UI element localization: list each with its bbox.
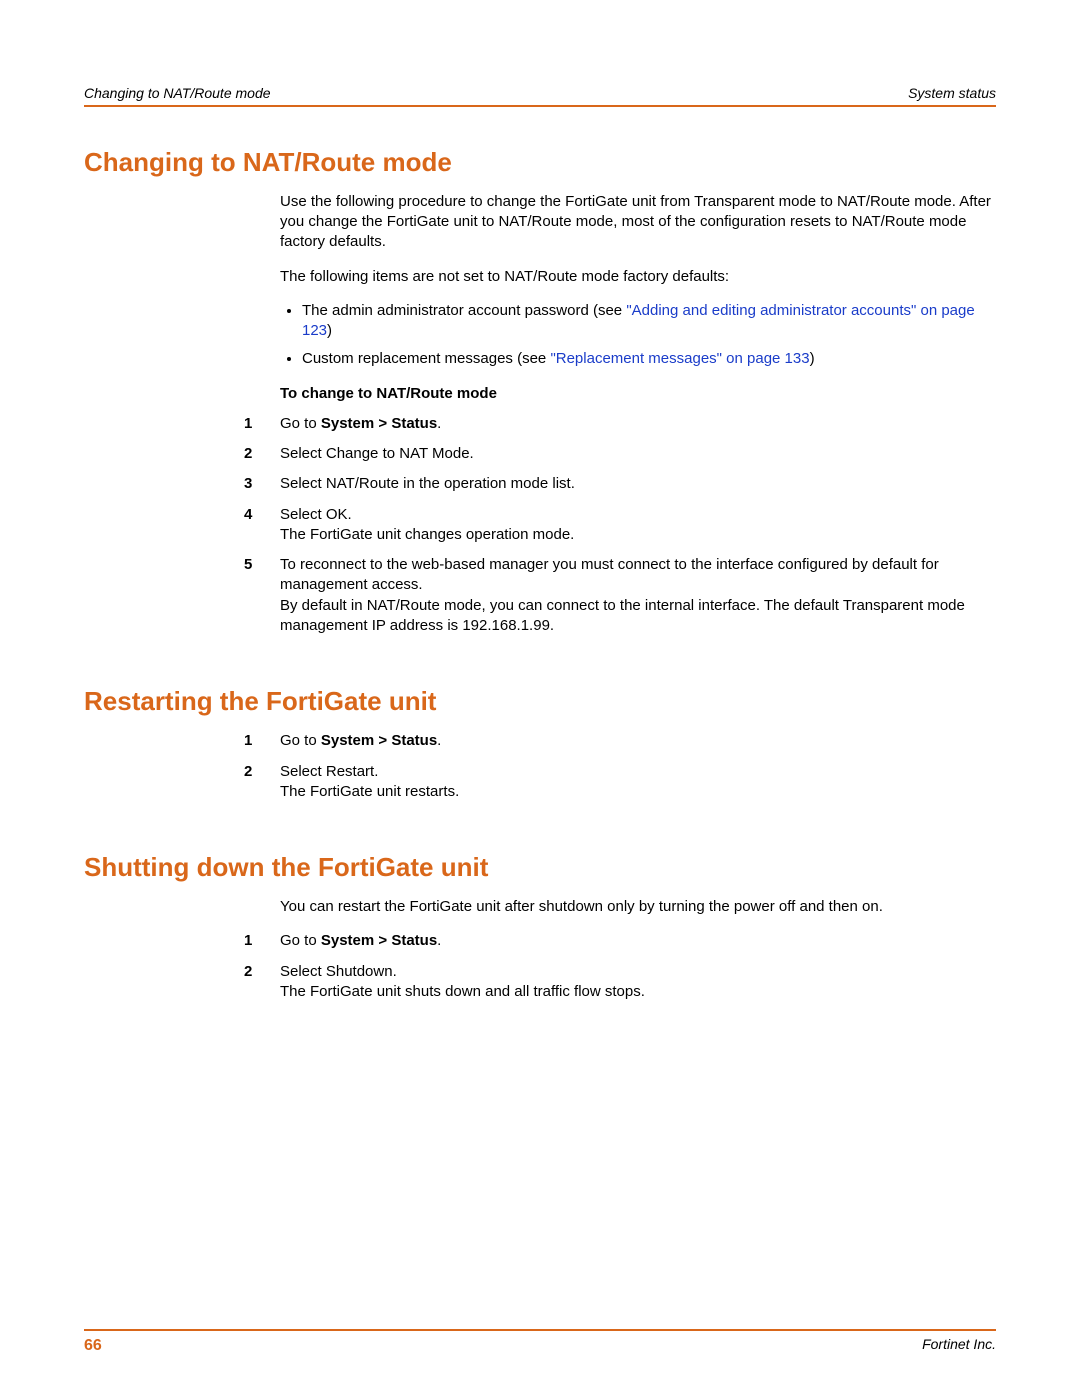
numbered-steps: 1 Go to System > Status. 2 Select Change… [244,414,996,636]
step-number: 1 [244,414,280,434]
section-restarting: Restarting the FortiGate unit 1 Go to Sy… [84,684,996,802]
body-paragraph: The following items are not set to NAT/R… [280,267,996,287]
step-row: 2 Select Restart. The FortiGate unit res… [244,762,996,803]
bullet-list: The admin administrator account password… [280,301,996,370]
header-left: Changing to NAT/Route mode [84,84,271,103]
step-text: Go to System > Status. [280,731,996,751]
step-number: 1 [244,731,280,751]
header-right: System status [908,84,996,103]
step-number: 2 [244,444,280,464]
step-row: 2 Select Change to NAT Mode. [244,444,996,464]
page-number: 66 [84,1335,102,1357]
step-number: 5 [244,555,280,636]
step-row: 4 Select OK. The FortiGate unit changes … [244,505,996,546]
section-heading: Restarting the FortiGate unit [84,684,996,719]
step-text: Select NAT/Route in the operation mode l… [280,474,996,494]
step-row: 1 Go to System > Status. [244,931,996,951]
numbered-steps: 1 Go to System > Status. 2 Select Restar… [244,731,996,802]
bullet-text: ) [327,322,332,339]
list-item: Custom replacement messages (see "Replac… [302,349,996,369]
step-text: Select OK. The FortiGate unit changes op… [280,505,996,546]
section-shutting-down: Shutting down the FortiGate unit You can… [84,850,996,1002]
company-name: Fortinet Inc. [922,1335,996,1357]
list-item: The admin administrator account password… [302,301,996,342]
step-text: Select Change to NAT Mode. [280,444,996,464]
procedure-title: To change to NAT/Route mode [280,384,996,404]
section-heading: Shutting down the FortiGate unit [84,850,996,885]
section-nat-route: Changing to NAT/Route mode Use the follo… [84,145,996,636]
running-header: Changing to NAT/Route mode System status [84,84,996,107]
step-number: 1 [244,931,280,951]
step-number: 2 [244,762,280,803]
step-row: 1 Go to System > Status. [244,731,996,751]
step-row: 5 To reconnect to the web-based manager … [244,555,996,636]
step-text: To reconnect to the web-based manager yo… [280,555,996,636]
step-text: Select Restart. The FortiGate unit resta… [280,762,996,803]
step-text: Select Shutdown. The FortiGate unit shut… [280,962,996,1003]
bullet-text: ) [810,350,815,367]
step-row: 2 Select Shutdown. The FortiGate unit sh… [244,962,996,1003]
step-text: Go to System > Status. [280,931,996,951]
bullet-text: Custom replacement messages (see [302,350,550,367]
step-number: 4 [244,505,280,546]
body-paragraph: You can restart the FortiGate unit after… [280,897,996,917]
section-heading: Changing to NAT/Route mode [84,145,996,180]
step-number: 3 [244,474,280,494]
bullet-text: The admin administrator account password… [302,302,626,319]
numbered-steps: 1 Go to System > Status. 2 Select Shutdo… [244,931,996,1002]
cross-reference-link[interactable]: "Replacement messages" on page 133 [550,350,809,367]
step-row: 3 Select NAT/Route in the operation mode… [244,474,996,494]
page-footer: 66 Fortinet Inc. [84,1329,996,1357]
step-row: 1 Go to System > Status. [244,414,996,434]
step-number: 2 [244,962,280,1003]
step-text: Go to System > Status. [280,414,996,434]
body-paragraph: Use the following procedure to change th… [280,192,996,253]
